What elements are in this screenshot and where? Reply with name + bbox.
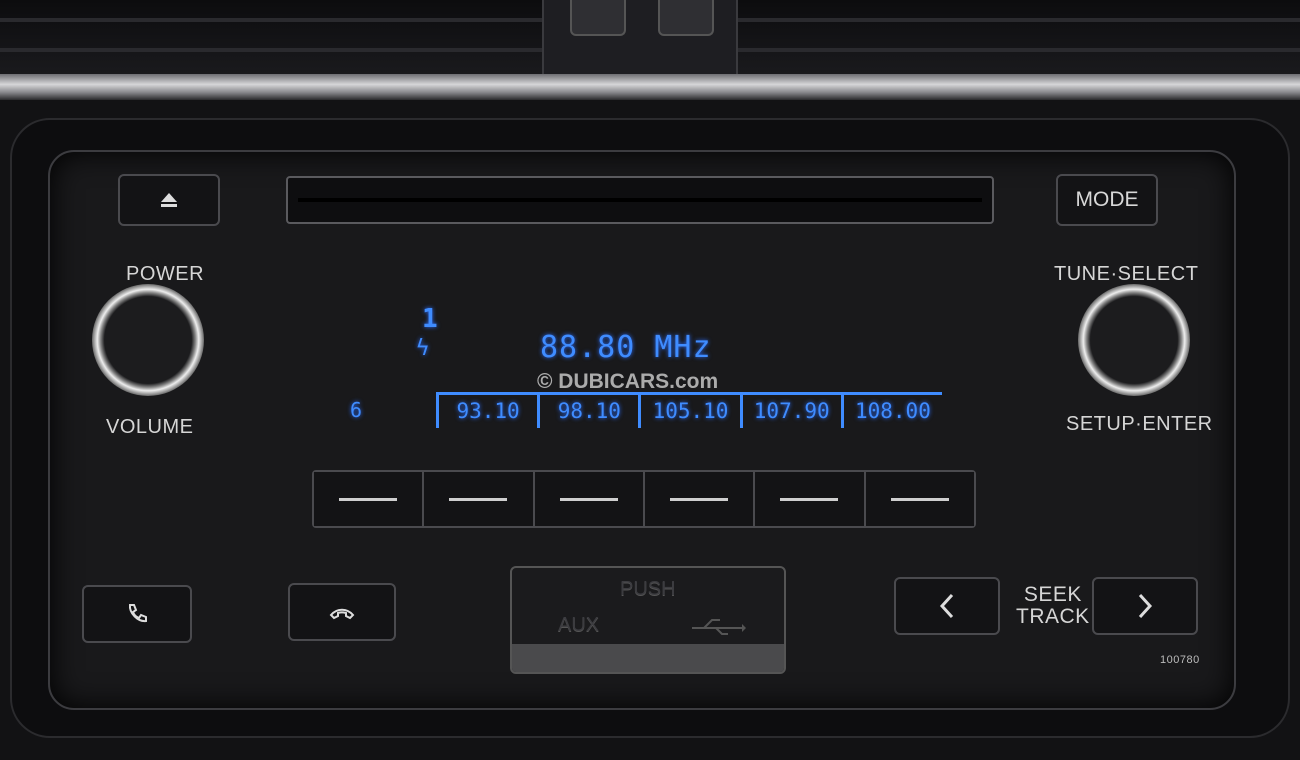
seek-track-label: SEEK TRACK [1016,584,1090,628]
frequency-display: 88.80 MHz [540,330,712,365]
seek-label: SEEK [1023,583,1082,606]
push-label: PUSH [620,578,676,600]
aux-label: AUX [558,614,600,636]
volume-label: VOLUME [106,416,194,438]
phone-button[interactable] [82,585,192,643]
preset-button-5[interactable] [755,472,866,526]
seek-back-button[interactable] [894,577,1000,635]
power-volume-knob[interactable] [92,284,204,396]
hangup-button[interactable] [288,583,396,641]
tune-select-knob[interactable] [1078,284,1190,396]
aux-usb-cover[interactable]: PUSH AUX [510,566,786,674]
phone-icon [128,604,147,623]
signal-icon: ϟ [416,336,430,361]
preset-button-6[interactable] [865,472,974,526]
preset-list: 93.10 98.10 105.10 107.90 108.00 [436,392,942,428]
cd-slot[interactable] [286,176,994,224]
preset-button-2[interactable] [424,472,535,526]
eject-icon [161,193,177,207]
vent-clip [542,0,738,76]
preset-frequency: 105.10 [638,395,739,428]
serial-number: 100780 [1160,654,1200,666]
power-label: POWER [126,263,205,285]
preset-frequency: 108.00 [840,395,942,428]
preset-frequency: 93.10 [436,395,537,428]
chrome-trim [0,74,1300,100]
preset-button-4[interactable] [644,472,756,526]
band-indicator: 1 [422,304,438,334]
seek-forward-button[interactable] [1092,577,1198,635]
preset-button-3[interactable] [534,472,645,526]
preset-page: 6 [350,398,363,422]
eject-button[interactable] [118,174,220,226]
watermark: © DUBICARS.com [537,370,719,393]
tune-select-label: TUNE·SELECT [1054,263,1199,285]
mode-label: MODE [1075,188,1139,211]
preset-buttons [312,470,976,528]
preset-frequency: 98.10 [537,395,638,428]
mode-button[interactable]: MODE [1056,174,1158,226]
preset-frequency: 107.90 [739,395,841,428]
setup-enter-label: SETUP·ENTER [1066,413,1213,435]
preset-button-1[interactable] [314,472,425,526]
track-label: TRACK [1016,605,1090,628]
chevron-left-icon [939,593,954,619]
usb-icon [692,619,746,635]
phone-hangup-icon [329,608,355,620]
chevron-right-icon [1138,593,1153,619]
